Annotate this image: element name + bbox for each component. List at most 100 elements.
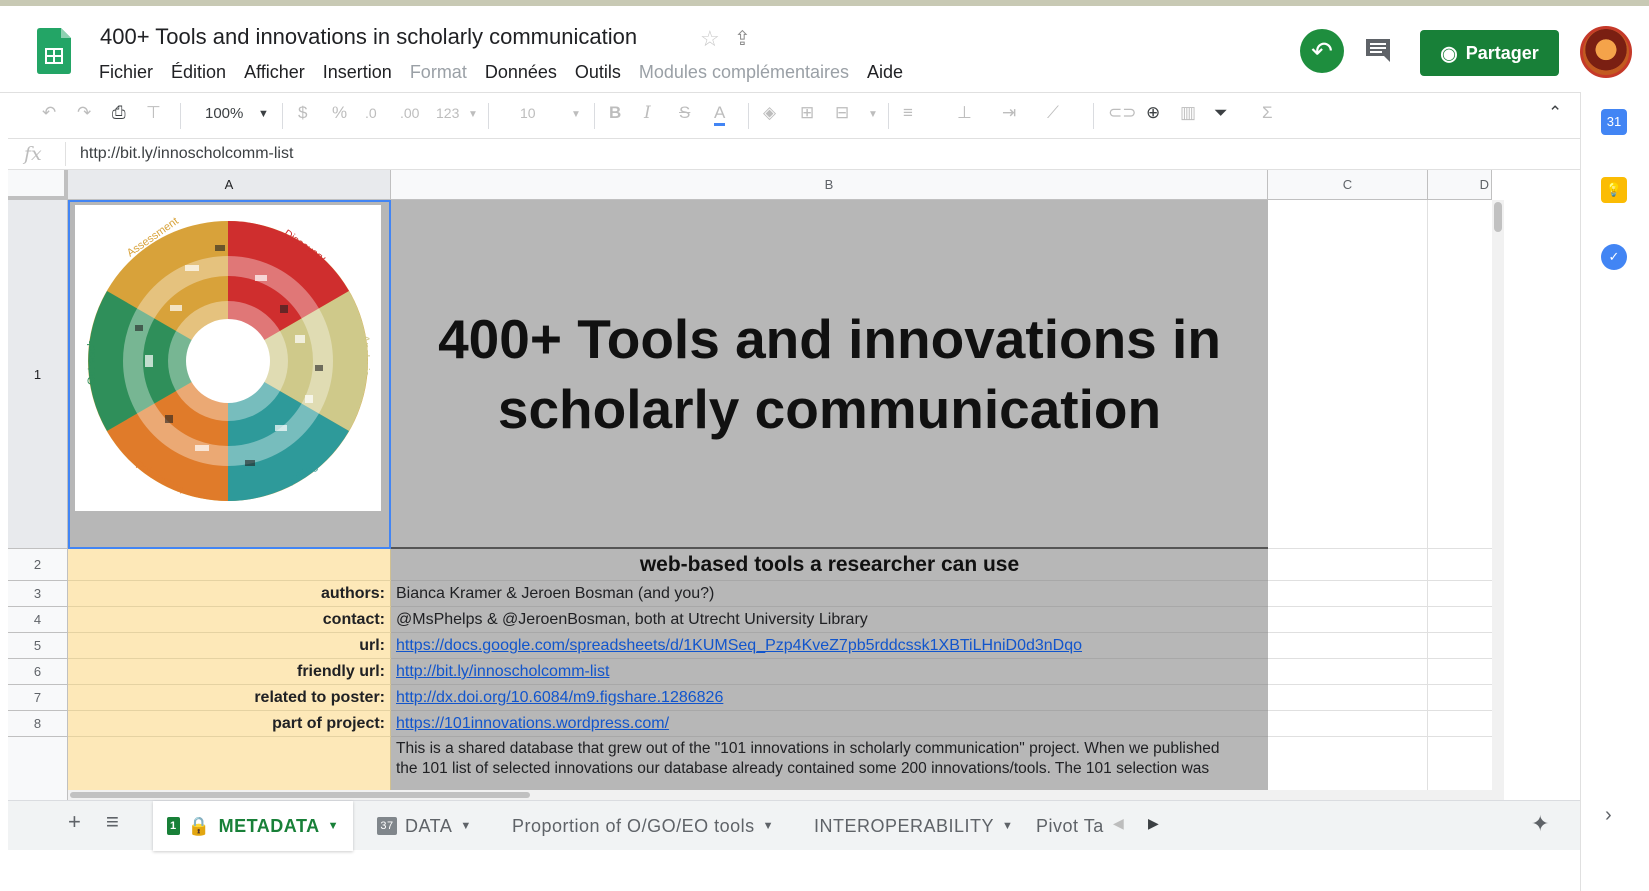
cell-d4[interactable] xyxy=(1428,607,1492,633)
tab-pivot[interactable]: Pivot Ta xyxy=(1022,801,1108,851)
friendly-url-link[interactable]: http://bit.ly/innoscholcomm-list xyxy=(396,663,609,680)
column-header-a[interactable]: A xyxy=(68,170,391,200)
row-header-7[interactable]: 7 xyxy=(8,685,68,711)
merge-cells-icon[interactable]: ⊟ xyxy=(835,103,849,123)
sheet-title-cell[interactable]: 400+ Tools and innovations in scholarly … xyxy=(391,200,1268,549)
vertical-align-icon[interactable]: ⊥ xyxy=(957,103,972,123)
vertical-scrollbar[interactable] xyxy=(1492,200,1504,820)
meta-link-cell[interactable]: http://dx.doi.org/10.6084/m9.figshare.12… xyxy=(391,685,1268,711)
cell-c7[interactable] xyxy=(1268,685,1428,711)
scroll-tabs-left-icon[interactable]: ◀ xyxy=(1113,815,1124,832)
menu-help[interactable]: Aide xyxy=(867,62,903,86)
bold-icon[interactable]: B xyxy=(609,103,621,123)
poster-link[interactable]: http://dx.doi.org/10.6084/m9.figshare.12… xyxy=(396,689,723,706)
font-size-chevron-icon[interactable]: ▼ xyxy=(571,109,581,120)
meta-link-cell[interactable]: https://101innovations.wordpress.com/ xyxy=(391,711,1268,737)
menu-addons[interactable]: Modules complémentaires xyxy=(639,62,849,86)
cell-d1[interactable] xyxy=(1428,200,1492,549)
scroll-tabs-right-icon[interactable]: ▶ xyxy=(1148,815,1159,832)
row-header-3[interactable]: 3 xyxy=(8,581,68,607)
tab-chevron-down-icon[interactable]: ▼ xyxy=(328,820,339,832)
cell-d7[interactable] xyxy=(1428,685,1492,711)
insert-comment-icon[interactable]: ⊕ xyxy=(1146,103,1160,123)
functions-icon[interactable]: Σ xyxy=(1262,103,1273,123)
share-button[interactable]: ◉ Partager xyxy=(1420,30,1559,76)
cell-a2[interactable] xyxy=(68,549,391,581)
vertical-scroll-thumb[interactable] xyxy=(1494,202,1502,232)
tab-chevron-down-icon[interactable]: ▼ xyxy=(460,820,471,832)
font-size-select[interactable]: 10 xyxy=(520,105,536,121)
all-sheets-menu-icon[interactable]: ≡ xyxy=(106,809,119,835)
increase-decimal-button[interactable]: .00 xyxy=(400,105,419,121)
expand-side-panel-icon[interactable]: › xyxy=(1605,804,1612,827)
meta-link-cell[interactable]: http://bit.ly/innoscholcomm-list xyxy=(391,659,1268,685)
cell-a1-image[interactable]: Assessment Discovery Analysis Writing Pu… xyxy=(68,200,391,549)
meta-label[interactable]: authors: xyxy=(68,581,391,607)
tab-proportion[interactable]: Proportion of O/GO/EO tools ▼ xyxy=(498,801,788,851)
meta-value[interactable]: Bianca Kramer & Jeroen Bosman (and you?) xyxy=(391,581,1268,607)
insert-link-icon[interactable]: ⊂⊃ xyxy=(1108,103,1137,123)
project-link[interactable]: https://101innovations.wordpress.com/ xyxy=(396,715,669,732)
meta-label[interactable]: friendly url: xyxy=(68,659,391,685)
menu-edit[interactable]: Édition xyxy=(171,62,226,86)
cell-c8[interactable] xyxy=(1268,711,1428,737)
star-icon[interactable]: ☆ xyxy=(700,26,720,52)
decrease-decimal-button[interactable]: .0 xyxy=(365,105,377,121)
sheets-logo-icon[interactable] xyxy=(37,28,71,74)
tasks-icon[interactable]: ✓ xyxy=(1601,244,1627,270)
horizontal-scroll-thumb[interactable] xyxy=(70,792,530,798)
cell-c1[interactable] xyxy=(1268,200,1428,549)
add-sheet-icon[interactable]: + xyxy=(68,809,81,835)
cell-d2[interactable] xyxy=(1428,549,1492,581)
italic-icon[interactable]: I xyxy=(644,103,651,123)
keep-icon[interactable]: 💡 xyxy=(1601,177,1627,203)
menu-insert[interactable]: Insertion xyxy=(323,62,392,86)
filter-icon[interactable]: ⏷ xyxy=(1214,103,1228,123)
menu-file[interactable]: Fichier xyxy=(99,62,153,86)
strikethrough-icon[interactable]: S xyxy=(679,103,690,123)
tab-data[interactable]: 37 DATA ▼ xyxy=(363,801,486,851)
cell-d6[interactable] xyxy=(1428,659,1492,685)
cell-c2[interactable] xyxy=(1268,549,1428,581)
undo-icon[interactable]: ↶ xyxy=(42,103,56,123)
column-header-d[interactable]: D xyxy=(1428,170,1492,200)
column-header-c[interactable]: C xyxy=(1268,170,1428,200)
cell-d8[interactable] xyxy=(1428,711,1492,737)
zoom-chevron-down-icon[interactable]: ▼ xyxy=(258,108,269,120)
tab-chevron-down-icon[interactable]: ▼ xyxy=(763,820,774,832)
cell-d3[interactable] xyxy=(1428,581,1492,607)
horizontal-align-icon[interactable]: ≡ xyxy=(903,103,913,123)
collapse-toolbar-chevron-up-icon[interactable]: ⌃ xyxy=(1548,103,1562,123)
cell-c5[interactable] xyxy=(1268,633,1428,659)
move-folder-icon[interactable]: ⇪ xyxy=(734,26,751,51)
version-history-icon[interactable]: ↶ xyxy=(1300,29,1344,73)
meta-label[interactable]: part of project: xyxy=(68,711,391,737)
number-format-chevron-icon[interactable]: ▼ xyxy=(468,109,478,120)
redo-icon[interactable]: ↷ xyxy=(77,103,91,123)
text-rotation-icon[interactable]: ⟋ xyxy=(1047,103,1059,123)
tab-metadata[interactable]: 1 🔒 METADATA ▼ xyxy=(153,801,353,851)
row-header-1[interactable]: 1 xyxy=(8,200,68,549)
percent-format-button[interactable]: % xyxy=(332,103,347,123)
print-icon[interactable]: ⎙ xyxy=(112,103,126,123)
cell-c6[interactable] xyxy=(1268,659,1428,685)
explore-icon[interactable]: ✦ xyxy=(1531,811,1549,837)
number-format-button[interactable]: 123 xyxy=(436,105,459,121)
text-color-icon[interactable]: A xyxy=(714,103,726,126)
menu-tools[interactable]: Outils xyxy=(575,62,621,86)
horizontal-scrollbar[interactable] xyxy=(68,790,1492,800)
meta-link-cell[interactable]: https://docs.google.com/spreadsheets/d/1… xyxy=(391,633,1268,659)
text-wrap-icon[interactable]: ⇥ xyxy=(1002,103,1016,123)
user-avatar[interactable] xyxy=(1580,26,1632,78)
row-header-2[interactable]: 2 xyxy=(8,549,68,581)
row-header-5[interactable]: 5 xyxy=(8,633,68,659)
currency-format-button[interactable]: $ xyxy=(298,103,307,123)
cell-c4[interactable] xyxy=(1268,607,1428,633)
merge-chevron-icon[interactable]: ▼ xyxy=(868,109,878,120)
row-header-8[interactable]: 8 xyxy=(8,711,68,737)
meta-label[interactable]: url: xyxy=(68,633,391,659)
zoom-select[interactable]: 100% xyxy=(205,105,243,122)
fill-color-icon[interactable]: ◈ xyxy=(763,103,776,123)
meta-label[interactable]: related to poster: xyxy=(68,685,391,711)
insert-chart-icon[interactable]: ▥ xyxy=(1180,103,1196,123)
